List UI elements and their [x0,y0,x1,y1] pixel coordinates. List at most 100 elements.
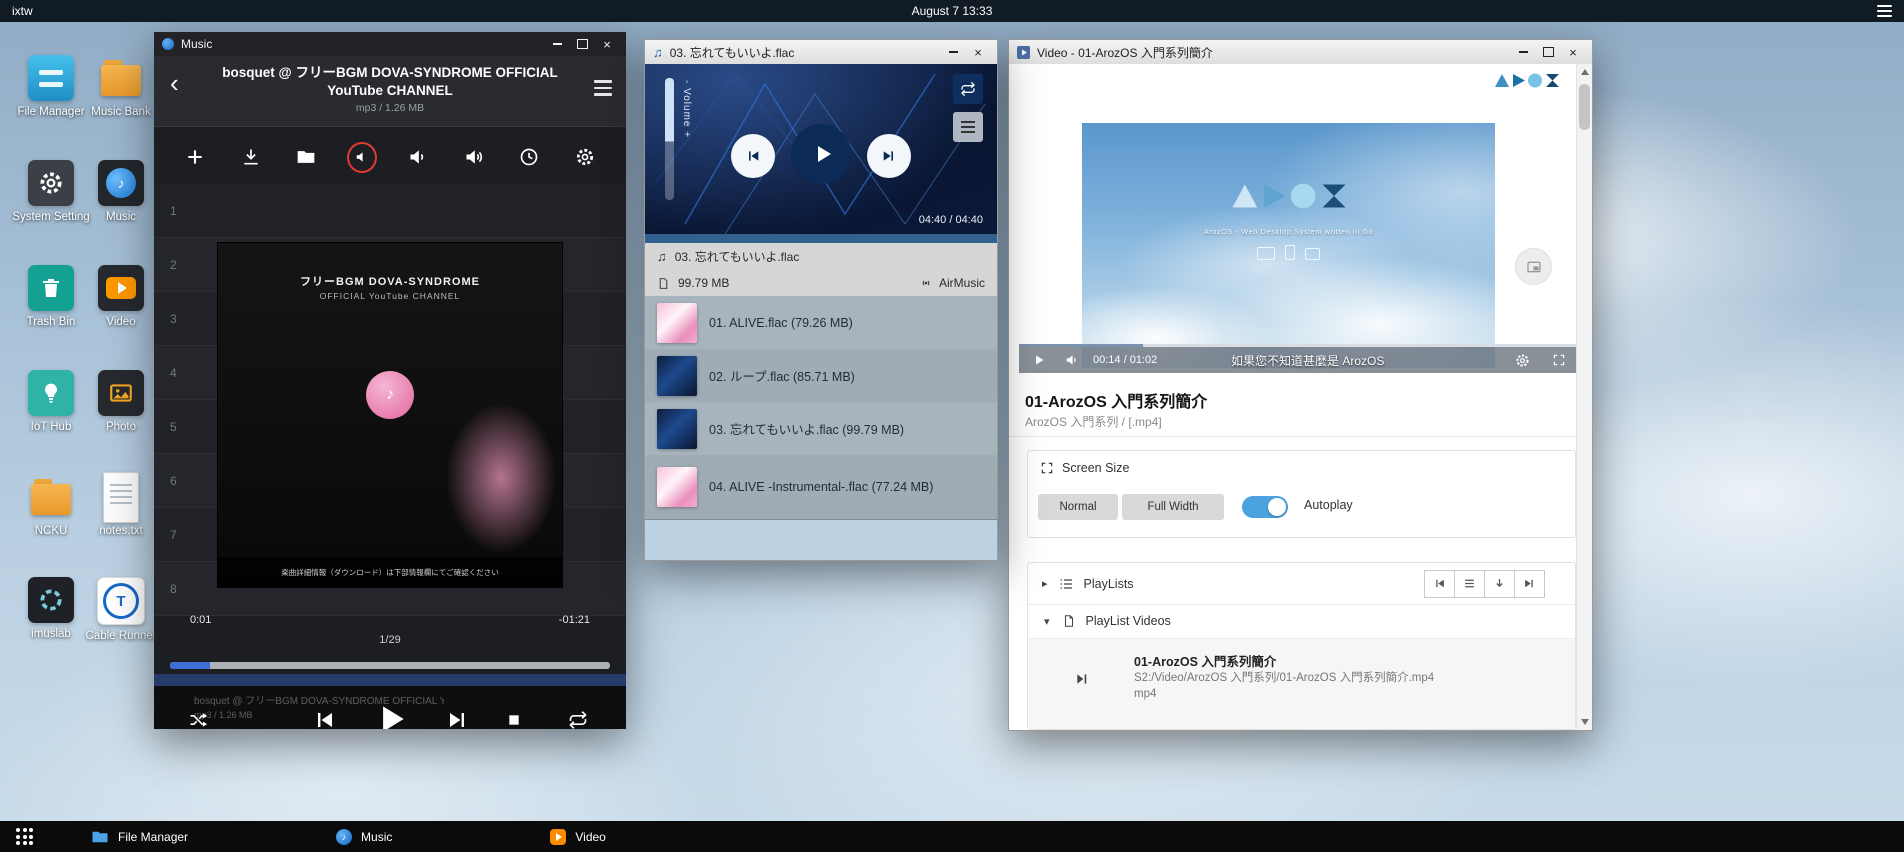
track-title: bosquet @ フリーBGM DOVA-SYNDROME OFFICIAL … [210,64,570,100]
desktop-icon-music[interactable]: ♪ Music [78,160,164,225]
fullscreen-button[interactable] [1552,353,1566,367]
scroll-up-button[interactable] [1577,64,1592,80]
flac-window-body: - Volume + 04:40 / 04:40 ♫ 03. 忘れ [645,64,997,560]
music-app-icon: ♪ [336,829,352,845]
desktop-icon-photo[interactable]: Photo [78,370,164,435]
download-playlist-button[interactable] [1484,570,1515,598]
scroll-down-button[interactable] [1577,714,1592,730]
item-type: mp4 [1134,688,1156,700]
photo-icon [98,370,144,416]
menu-icon[interactable] [594,80,612,96]
screen-size-box: Screen Size Normal Full Width Autoplay [1027,450,1576,538]
playlist-box: ▸ PlayLists ▾ PlayList Videos 0 [1027,562,1576,730]
desktop-icon-notes-txt[interactable]: notes.txt [78,474,164,539]
playlist-item-3[interactable]: 03. 忘れてもいいよ.flac (99.79 MB) [645,402,997,456]
track-name: 04. ALIVE -Instrumental-.flac (77.24 MB) [709,480,933,494]
desktop-icon-cable-runner[interactable]: T Cable Runner [78,577,164,644]
video-controls-bar: 00:14 / 01:02 如果您不知道甚麼是 ArozOS [1019,347,1582,373]
next-button[interactable] [446,708,470,729]
trash-icon [28,265,74,311]
phone-icon [1285,245,1295,260]
settings-button[interactable] [1515,353,1530,368]
video-picture[interactable]: ArozOS - Web Desktop System written in G… [1082,123,1495,368]
scroll-thumb[interactable] [1579,84,1590,130]
playlist-row[interactable]: 1 [154,184,626,238]
player-visual-area: - Volume + 04:40 / 04:40 [645,64,997,234]
desktop-icon-video[interactable]: Video [78,265,164,330]
page-indicator: 1/29 [154,634,626,646]
repeat-button[interactable] [568,710,588,729]
minimize-button[interactable] [546,36,568,53]
playlist-item-4[interactable]: 04. ALIVE -Instrumental-.flac (77.24 MB) [645,455,997,520]
mute-button[interactable] [347,142,377,172]
playlists-header-row[interactable]: ▸ PlayLists [1028,563,1575,605]
picture-in-picture-button[interactable] [1515,248,1552,285]
cable-runner-icon: T [97,577,145,625]
back-icon[interactable]: ‹ [170,70,179,96]
volume-down-button[interactable] [403,142,433,172]
close-button[interactable]: × [967,44,989,61]
autoplay-label: Autoplay [1304,498,1353,512]
file-icon [657,277,670,290]
volume-button[interactable] [1065,353,1079,367]
close-button[interactable]: × [596,36,618,53]
close-button[interactable]: × [1562,44,1584,61]
time-elapsed: 0:01 [190,614,211,626]
seek-bar[interactable] [170,662,610,669]
broadcast-icon [919,276,933,290]
time-row: 0:01 -01:21 [190,614,590,626]
maximize-button[interactable] [571,36,593,53]
queue-menu-button[interactable] [1454,570,1485,598]
minimize-button[interactable] [1512,44,1534,61]
playlist-item-1[interactable]: 01. ALIVE.flac (79.26 MB) [645,296,997,350]
taskbar-item-file-manager[interactable]: File Manager [77,821,202,852]
skip-to-first-button[interactable] [1424,570,1455,598]
file-icon [1062,614,1076,628]
previous-button[interactable] [731,134,775,178]
playlist-video-item[interactable]: 01-ArozOS 入門系列簡介 S2:/Video/ArozOS 入門系列/0… [1028,638,1575,729]
sleep-timer-button[interactable] [514,142,544,172]
transport-bar: bosquet @ フリーBGM DOVA-SYNDROME OFFICIAL … [154,686,626,729]
stop-button[interactable] [506,712,522,728]
volume-up-button[interactable] [459,142,489,172]
repeat-button[interactable] [953,74,983,104]
maximize-button[interactable] [1537,44,1559,61]
scrollbar[interactable] [1576,64,1592,730]
app-launcher-icon[interactable] [16,828,33,845]
open-folder-button[interactable] [291,142,321,172]
play-button[interactable] [791,124,851,184]
video-window-titlebar[interactable]: Video - 01-ArozOS 入門系列簡介 × [1009,40,1592,65]
previous-button[interactable] [312,708,336,729]
full-width-button[interactable]: Full Width [1122,494,1224,520]
taskbar-item-music[interactable]: ♪ Music [322,821,406,852]
playlist-videos-label: PlayList Videos [1086,614,1171,628]
playlist-item-2[interactable]: 02. ループ.flac (85.71 MB) [645,349,997,403]
add-button[interactable] [180,142,210,172]
settings-button[interactable] [570,142,600,172]
music-window-titlebar[interactable]: Music × [154,32,626,56]
minimize-button[interactable] [942,44,964,61]
skip-to-last-button[interactable] [1514,570,1545,598]
music-toolbar [154,134,626,180]
menu-icon[interactable] [1877,5,1892,17]
play-button[interactable] [1033,354,1045,366]
volume-slider[interactable] [665,78,674,200]
playlist-videos-header-row[interactable]: ▾ PlayList Videos [1028,604,1575,638]
download-button[interactable] [236,142,266,172]
play-button[interactable] [372,700,410,729]
taskbar-item-video[interactable]: Video [536,821,619,852]
list-icon [1058,576,1074,592]
seek-bar[interactable] [645,234,997,243]
next-button[interactable] [867,134,911,178]
autoplay-toggle[interactable] [1242,496,1288,518]
normal-button[interactable]: Normal [1038,494,1118,520]
album-thumbnail [657,356,697,396]
source-badge: AirMusic [919,276,985,290]
arozos-logo-overlay [1229,181,1349,211]
flac-window-titlebar[interactable]: ♫ 03. 忘れてもいいよ.flac × [645,40,997,65]
album-thumbnail [657,409,697,449]
menu-button[interactable] [953,112,983,142]
shuffle-button[interactable] [188,710,208,729]
desktop-icon-music-bank[interactable]: Music Bank [78,55,164,120]
music-note-icon: ♫ [653,45,663,60]
